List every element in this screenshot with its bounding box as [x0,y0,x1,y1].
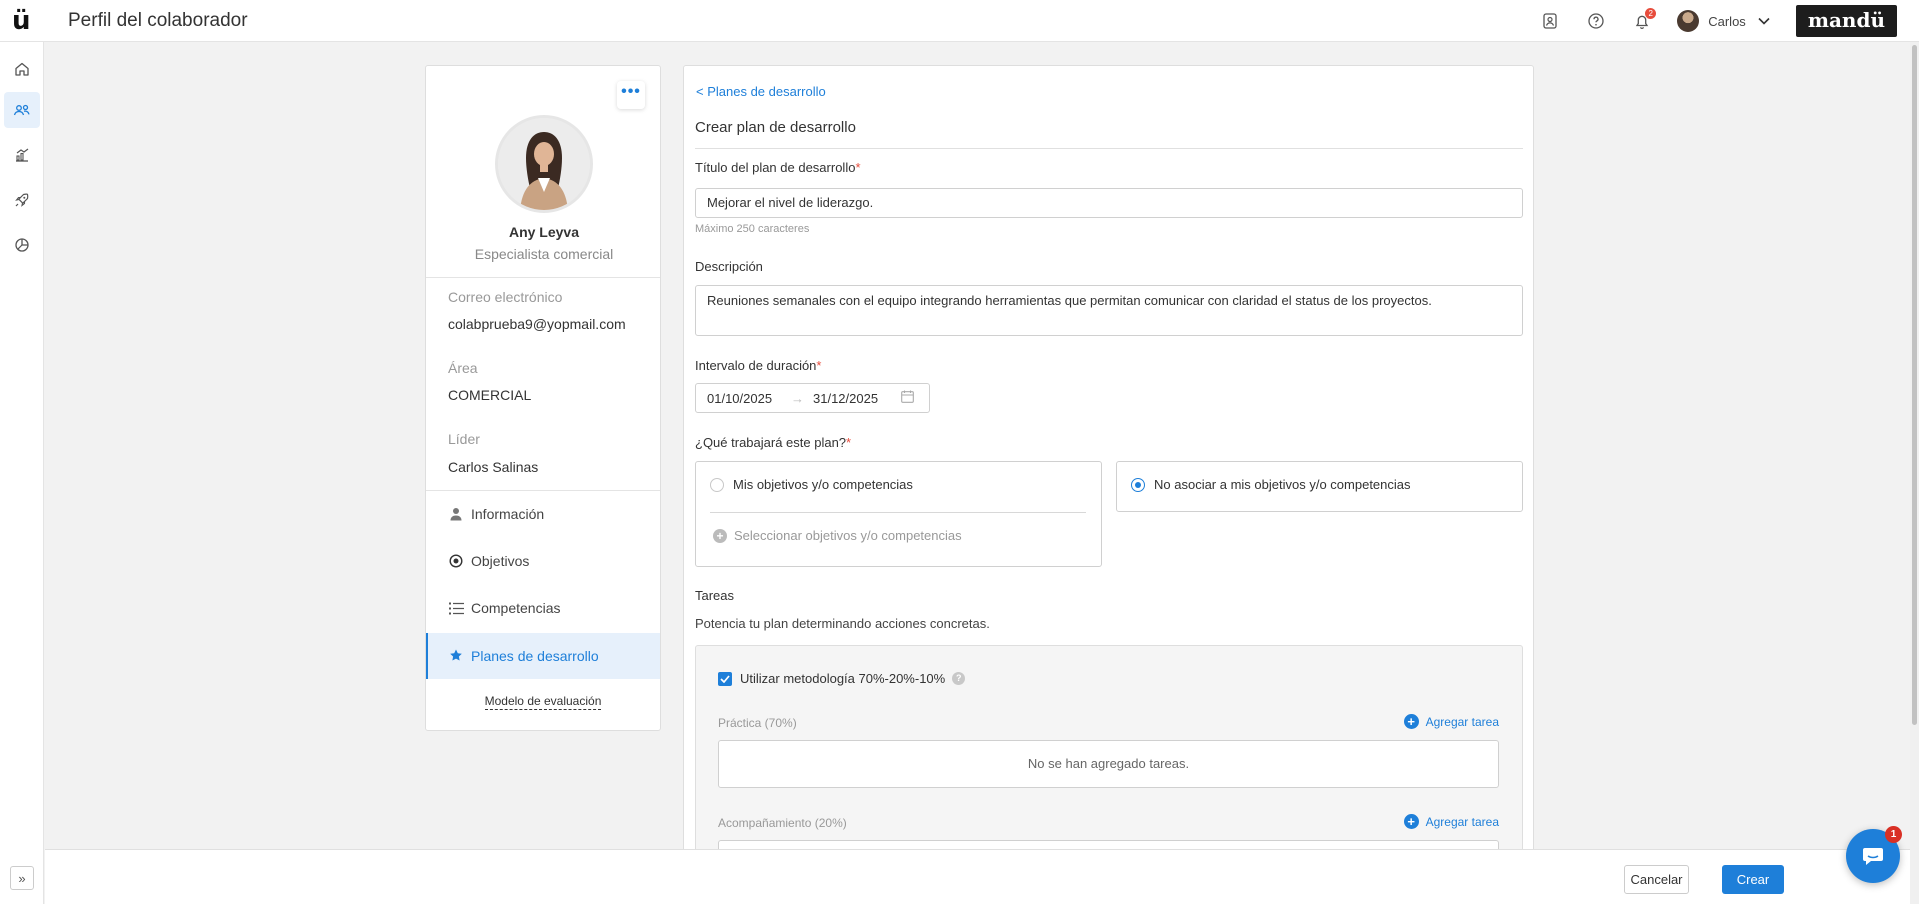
menu-item-label: Información [471,506,545,522]
select-objectives-label: Seleccionar objetivos y/o competencias [734,528,962,543]
date-start[interactable]: 01/10/2025 [707,391,791,406]
tasks-subtitle: Potencia tu plan determinando acciones c… [695,616,990,631]
form-title: Crear plan de desarrollo [695,119,856,136]
list-icon [448,600,464,616]
radio-button[interactable] [1131,477,1145,492]
practice-label: Práctica (70%) [718,716,797,730]
checkbox-checked[interactable] [718,671,732,686]
people-icon[interactable] [4,92,40,128]
plan-title-label: Título del plan de desarrollo* [695,160,861,175]
evaluation-model-link[interactable]: Modelo de evaluación [426,694,660,710]
cancel-button[interactable]: Cancelar [1624,865,1689,894]
description-textarea[interactable]: Reuniones semanales con el equipo integr… [695,285,1523,336]
menu-item-planes-de-desarrollo[interactable]: Planes de desarrollo [426,633,660,679]
brand-logo: mandü [1795,5,1897,37]
home-icon[interactable] [4,51,40,87]
rocket-icon[interactable] [4,182,40,218]
notification-badge: 2 [1645,8,1657,19]
back-link[interactable]: < Planes de desarrollo [696,84,826,99]
duration-label: Intervalo de duración* [695,358,822,373]
chevron-down-icon [1758,17,1770,25]
calendar-icon[interactable] [901,390,914,406]
plan-title-input[interactable]: Mejorar el nivel de liderazgo. [695,188,1523,218]
profile-role: Especialista comercial [474,246,614,262]
profile-avatar [495,115,593,213]
accompaniment-label: Acompañamiento (20%) [718,816,847,830]
form-footer: Cancelar Crear [45,849,1919,904]
scrollbar-thumb[interactable] [1912,45,1917,725]
add-accompaniment-task-button[interactable]: + Agregar tarea [1403,814,1499,829]
date-range-picker[interactable]: 01/10/2025 → 31/12/2025 [695,383,930,413]
chat-badge: 1 [1885,826,1902,843]
plus-circle-icon: + [1403,714,1419,729]
menu-item-competencias[interactable]: Competencias [426,585,660,631]
top-bar: ü Perfil del colaborador 2 Carlos mandü [0,0,1919,42]
tasks-label: Tareas [695,588,735,603]
add-task-label: Agregar tarea [1425,714,1499,729]
leader-label: Líder [448,431,480,447]
page-title: Perfil del colaborador [68,10,248,31]
create-button[interactable]: Crear [1722,865,1784,894]
user-avatar [1677,10,1700,32]
select-objectives-button[interactable]: + Seleccionar objetivos y/o competencias [713,528,962,543]
tasks-panel: Utilizar metodología 70%-20%-10% ? Práct… [695,645,1523,856]
user-icon [448,506,464,522]
arrow-right-icon: → [791,390,804,406]
radio-objectives-label: Mis objetivos y/o competencias [733,477,913,492]
menu-item-label: Planes de desarrollo [471,648,599,664]
work-label: ¿Qué trabajará este plan?* [695,435,852,450]
chat-button[interactable]: 1 [1846,826,1902,883]
profile-card: ••• Any Leyva Especialista comercial Cor… [425,65,661,731]
info-icon[interactable]: ? [952,672,966,685]
target-icon [448,553,464,569]
plus-circle-icon: + [1403,814,1419,829]
divider [426,277,660,278]
expand-sidebar-button[interactable]: » [10,866,34,890]
bell-icon[interactable]: 2 [1631,8,1657,32]
area-label: Área [448,360,478,376]
methodology-checkbox[interactable]: Utilizar metodología 70%-20%-10% ? [718,671,966,686]
email-value: colabprueba9@yopmail.com [448,316,626,332]
star-icon [448,648,464,664]
date-end[interactable]: 31/12/2025 [813,391,901,406]
development-plan-form: < Planes de desarrollo Crear plan de des… [683,65,1534,856]
add-task-label: Agregar tarea [1425,814,1499,829]
contacts-icon[interactable] [1539,10,1561,32]
menu-item-label: Objetivos [471,553,530,569]
menu-item-informacion[interactable]: Información [426,491,660,537]
more-options-button[interactable]: ••• [617,81,645,109]
profile-name: Any Leyva [508,224,580,240]
description-label: Descripción [695,259,763,274]
top-bar-actions: 2 Carlos mandü [1539,0,1919,42]
page-scrollbar[interactable] [1910,42,1919,904]
sidebar-nav: » [0,42,44,904]
user-name: Carlos [1708,13,1746,29]
option-objectives-box: Mis objetivos y/o competencias + Selecci… [695,461,1102,567]
app-logo[interactable]: ü [12,6,31,36]
leader-value: Carlos Salinas [448,459,539,475]
area-value: COMERCIAL [448,387,532,403]
plus-circle-icon: + [713,528,727,543]
chat-icon [1863,848,1883,865]
divider [710,512,1086,513]
user-menu[interactable]: Carlos [1677,10,1770,32]
radio-no-associate-label: No asociar a mis objetivos y/o competenc… [1154,477,1411,492]
pie-chart-icon[interactable] [4,227,40,263]
practice-empty-state: No se han agregado tareas. [718,740,1499,788]
add-practice-task-button[interactable]: + Agregar tarea [1403,714,1499,729]
help-icon[interactable] [1585,10,1607,32]
divider [695,148,1523,149]
radio-objectives[interactable]: Mis objetivos y/o competencias [710,477,913,492]
methodology-label: Utilizar metodología 70%-20%-10% [740,671,946,686]
plan-title-hint: Máximo 250 caracteres [695,223,810,235]
menu-item-label: Competencias [471,600,561,616]
evaluation-model-label: Modelo de evaluación [484,694,602,710]
radio-button[interactable] [710,477,724,492]
radio-no-associate[interactable]: No asociar a mis objetivos y/o competenc… [1131,477,1411,492]
chart-icon[interactable] [4,137,40,173]
menu-item-objetivos[interactable]: Objetivos [426,538,660,584]
email-label: Correo electrónico [448,289,563,305]
option-no-associate-box: No asociar a mis objetivos y/o competenc… [1116,461,1523,512]
